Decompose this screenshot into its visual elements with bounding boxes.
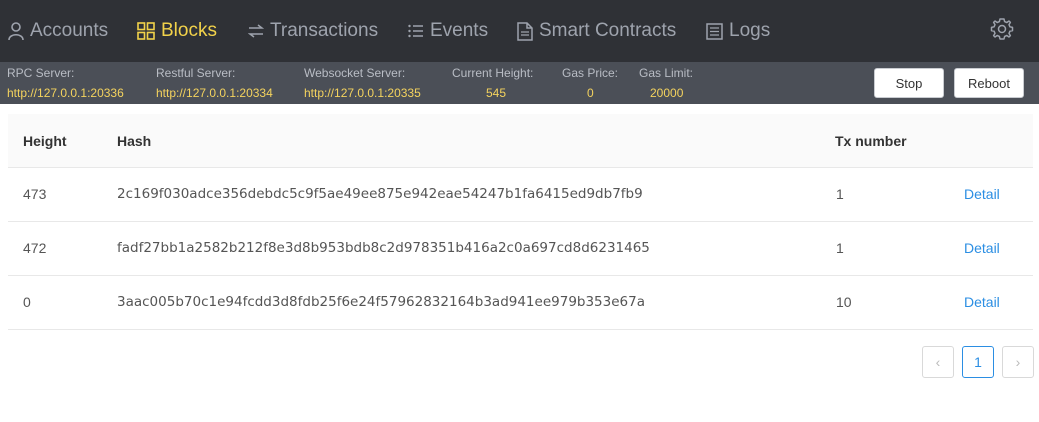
restful-server-label: Restful Server: bbox=[156, 66, 236, 80]
stop-button[interactable]: Stop bbox=[874, 68, 944, 98]
table-row: 0 3aac005b70c1e94fcdd3d8fdb25f6e24f57962… bbox=[8, 276, 1033, 330]
next-page-button[interactable]: › bbox=[1002, 346, 1034, 378]
nav-transactions[interactable]: Transactions bbox=[248, 0, 378, 62]
nav-logs[interactable]: Logs bbox=[706, 0, 770, 62]
cell-hash: 2c169f030adce356debdc5c9f5ae49ee875e942e… bbox=[117, 186, 643, 202]
nav-events[interactable]: Events bbox=[408, 0, 488, 62]
grid-icon bbox=[137, 22, 155, 40]
nav-accounts-label: Accounts bbox=[30, 20, 109, 41]
table-header: Height Hash Tx number bbox=[8, 114, 1033, 168]
current-height-label: Current Height: bbox=[452, 66, 534, 80]
cell-tx-number: 1 bbox=[836, 240, 844, 256]
nav-smart-contracts[interactable]: Smart Contracts bbox=[517, 0, 676, 62]
nav-smart-contracts-label: Smart Contracts bbox=[539, 20, 677, 41]
nav-accounts[interactable]: Accounts bbox=[8, 0, 108, 62]
websocket-server-label: Websocket Server: bbox=[304, 66, 406, 80]
nav-transactions-label: Transactions bbox=[270, 20, 379, 41]
detail-link[interactable]: Detail bbox=[964, 186, 1000, 202]
gas-price-value: 0 bbox=[587, 86, 594, 100]
swap-icon bbox=[248, 24, 264, 38]
nav-blocks[interactable]: Blocks bbox=[137, 0, 217, 62]
rpc-server-label: RPC Server: bbox=[7, 66, 75, 80]
cell-tx-number: 10 bbox=[836, 294, 852, 310]
file-icon bbox=[517, 21, 533, 41]
cell-height: 473 bbox=[23, 186, 47, 202]
restful-server-value: http://127.0.0.1:20334 bbox=[156, 86, 273, 100]
gas-limit-value: 20000 bbox=[650, 86, 684, 100]
cell-hash: fadf27bb1a2582b212f8e3d8b953bdb8c2d97835… bbox=[117, 240, 650, 256]
header-height: Height bbox=[23, 133, 67, 149]
websocket-server-value: http://127.0.0.1:20335 bbox=[304, 86, 421, 100]
gear-icon[interactable] bbox=[990, 17, 1014, 41]
page-1-button[interactable]: 1 bbox=[962, 346, 994, 378]
cell-hash: 3aac005b70c1e94fcdd3d8fdb25f6e24f5796283… bbox=[117, 294, 645, 310]
current-height-value: 545 bbox=[486, 86, 507, 100]
prev-page-button[interactable]: ‹ bbox=[922, 346, 954, 378]
cell-tx-number: 1 bbox=[836, 186, 844, 202]
header-tx-number: Tx number bbox=[835, 133, 907, 149]
nav-blocks-label: Blocks bbox=[161, 20, 217, 41]
nav-events-label: Events bbox=[430, 20, 489, 41]
cell-height: 472 bbox=[23, 240, 47, 256]
table-row: 472 fadf27bb1a2582b212f8e3d8b953bdb8c2d9… bbox=[8, 222, 1033, 276]
rpc-server-value: http://127.0.0.1:20336 bbox=[7, 86, 124, 100]
reboot-button[interactable]: Reboot bbox=[954, 68, 1024, 98]
table-row: 473 2c169f030adce356debdc5c9f5ae49ee875e… bbox=[8, 168, 1033, 222]
list-icon bbox=[408, 24, 423, 38]
detail-link[interactable]: Detail bbox=[964, 294, 1000, 310]
user-icon bbox=[8, 22, 24, 40]
header-hash: Hash bbox=[117, 133, 152, 149]
nav-logs-label: Logs bbox=[729, 20, 771, 41]
cell-height: 0 bbox=[23, 294, 31, 310]
blocks-table: Height Hash Tx number 473 2c169f030adce3… bbox=[8, 114, 1033, 330]
log-icon bbox=[706, 22, 723, 40]
gas-price-label: Gas Price: bbox=[562, 66, 619, 80]
gas-limit-label: Gas Limit: bbox=[639, 66, 694, 80]
top-nav: Accounts Blocks Transactions Events Smar… bbox=[0, 0, 1039, 62]
detail-link[interactable]: Detail bbox=[964, 240, 1000, 256]
